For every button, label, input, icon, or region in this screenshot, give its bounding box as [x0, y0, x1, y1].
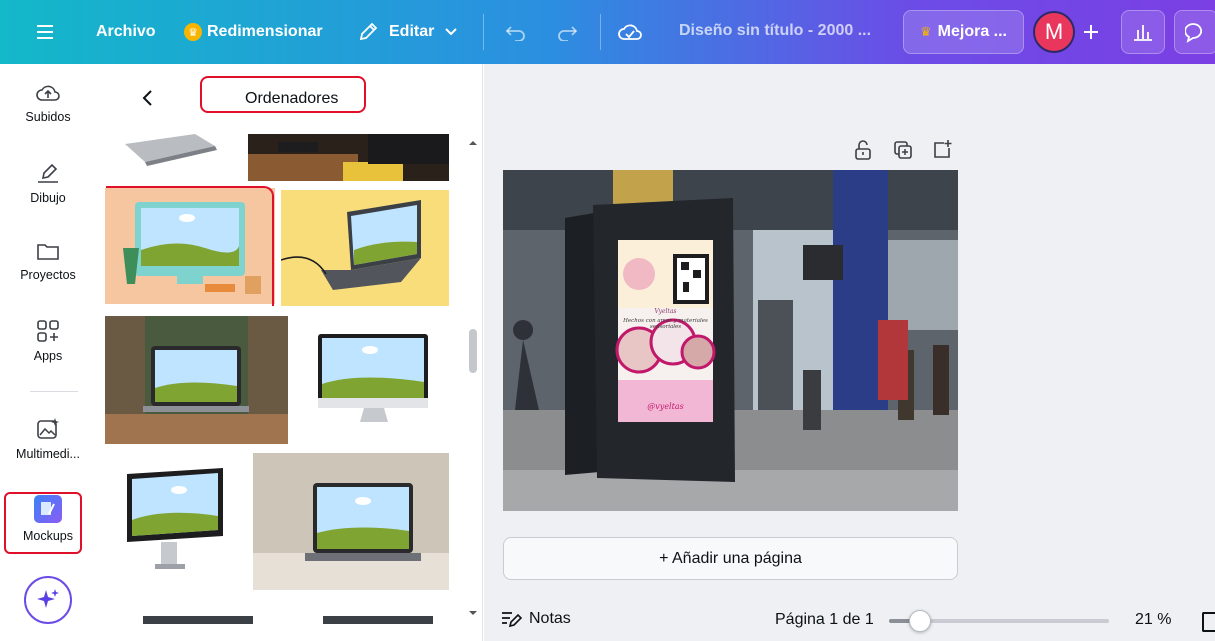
archivo-menu[interactable]: Archivo [96, 0, 156, 64]
back-button[interactable] [138, 88, 158, 108]
editar-button[interactable]: Editar [357, 0, 458, 64]
pages-view-icon[interactable] [1202, 612, 1215, 632]
comment-icon [1185, 23, 1202, 43]
mockup-thumbnail[interactable] [248, 134, 449, 181]
toolbar-separator [483, 14, 484, 50]
chevron-left-icon [142, 90, 152, 106]
lock-button[interactable] [852, 139, 874, 161]
crown-icon: ♛ [919, 24, 932, 39]
mockup-thumbnail[interactable] [143, 616, 253, 624]
crown-icon: ♛ [184, 23, 202, 41]
notes-icon [502, 612, 522, 628]
design-canvas[interactable]: Vyeltas Hechos con amor y materiales sen… [503, 170, 958, 511]
zoom-slider[interactable] [889, 610, 1109, 632]
hamburger-icon [37, 25, 53, 39]
unlock-icon [855, 140, 871, 160]
poster-tagline: Hechos con amor y materiales sensoriales [623, 318, 708, 330]
bottom-bar: Notas Página 1 de 1 21 % [484, 604, 1215, 641]
plus-icon [1084, 25, 1098, 39]
undo-button[interactable] [505, 0, 527, 64]
menu-button[interactable] [36, 0, 56, 64]
add-page-icon [934, 140, 952, 158]
notes-button[interactable]: Notas [500, 609, 571, 629]
mockup-thumbnail[interactable] [105, 316, 288, 444]
pencil-icon [359, 22, 378, 41]
redimensionar-button[interactable]: ♛ Redimensionar [184, 0, 323, 64]
document-title[interactable]: Diseño sin título - 2000 ... [679, 22, 871, 40]
chevron-down-icon [445, 28, 458, 36]
rail-item-proyectos[interactable]: Proyectos [8, 240, 88, 310]
magic-assistant-button[interactable] [24, 576, 72, 624]
panel-scrollbar[interactable] [467, 134, 479, 624]
annotation-mark [4, 492, 82, 554]
poster-brand: Vyeltas [654, 308, 677, 315]
rail-item-apps[interactable]: Apps [8, 319, 88, 389]
apps-icon [37, 320, 59, 342]
duplicate-icon [894, 141, 912, 159]
media-icon [37, 418, 59, 439]
rail-item-label: Proyectos [20, 268, 76, 282]
duplicate-page-button[interactable] [892, 139, 914, 161]
sparkle-icon [37, 589, 59, 608]
redimensionar-label: Redimensionar [207, 23, 323, 40]
mockup-thumbnail[interactable] [298, 316, 449, 444]
upgrade-label: Mejora ... [937, 23, 1007, 40]
zoom-slider-knob[interactable] [909, 610, 931, 632]
rail-item-dibujo[interactable]: Dibujo [8, 161, 88, 231]
canvas-area: Vyeltas Hechos con amor y materiales sen… [484, 64, 1215, 641]
bar-chart-icon [1134, 25, 1152, 41]
avatar[interactable]: M [1033, 11, 1075, 53]
editar-label: Editar [389, 23, 435, 40]
redo-button[interactable] [556, 0, 578, 64]
comments-button[interactable] [1174, 10, 1215, 54]
scroll-up-arrow-icon [469, 141, 477, 145]
mockup-thumbnail[interactable] [253, 453, 449, 590]
rail-item-label: Dibujo [30, 191, 66, 205]
toolbar-separator [600, 14, 601, 50]
poster-handle: @vyeltas [647, 402, 684, 411]
annotation-mark [106, 186, 274, 306]
insights-button[interactable] [1121, 10, 1165, 54]
cloud-check-icon [618, 24, 642, 40]
cloud-save-button[interactable] [617, 0, 643, 64]
add-page-icon-button[interactable] [931, 139, 953, 161]
page-indicator[interactable]: Página 1 de 1 [775, 611, 874, 629]
upgrade-button[interactable]: ♛ Mejora ... [903, 10, 1024, 54]
rail-divider [30, 391, 78, 392]
rail-item-subidos[interactable]: Subidos [8, 82, 88, 152]
mockup-thumbnail[interactable] [323, 616, 433, 624]
mockup-thumbnail[interactable] [105, 454, 245, 574]
rail-item-label: Multimedi... [16, 447, 80, 461]
annotation-mark [200, 76, 366, 113]
redo-icon [558, 26, 578, 41]
mockup-thumbnail[interactable] [281, 190, 449, 306]
pen-icon [38, 163, 58, 183]
undo-icon [505, 26, 525, 41]
folder-icon [37, 244, 59, 260]
rail-item-label: Subidos [25, 110, 71, 124]
top-toolbar: Archivo ♛ Redimensionar Editar Diseño si… [0, 0, 1215, 64]
scroll-down-arrow-icon [469, 611, 477, 615]
zoom-level[interactable]: 21 % [1135, 611, 1171, 629]
side-panel: Ordenadores [88, 64, 483, 641]
add-page-button[interactable]: + Añadir una página [503, 537, 958, 580]
notes-label: Notas [529, 610, 571, 627]
cloud-upload-icon [36, 85, 60, 101]
invite-button[interactable] [1078, 18, 1104, 46]
poster-mockup-scene [503, 170, 958, 511]
rail-item-multimedia[interactable]: Multimedi... [8, 417, 88, 487]
rail-item-label: Apps [33, 349, 63, 363]
scrollbar-thumb[interactable] [469, 329, 477, 373]
left-rail: Subidos Dibujo Proyectos Apps Multimedi.… [4, 64, 88, 641]
mockup-thumbnail[interactable] [105, 134, 239, 180]
